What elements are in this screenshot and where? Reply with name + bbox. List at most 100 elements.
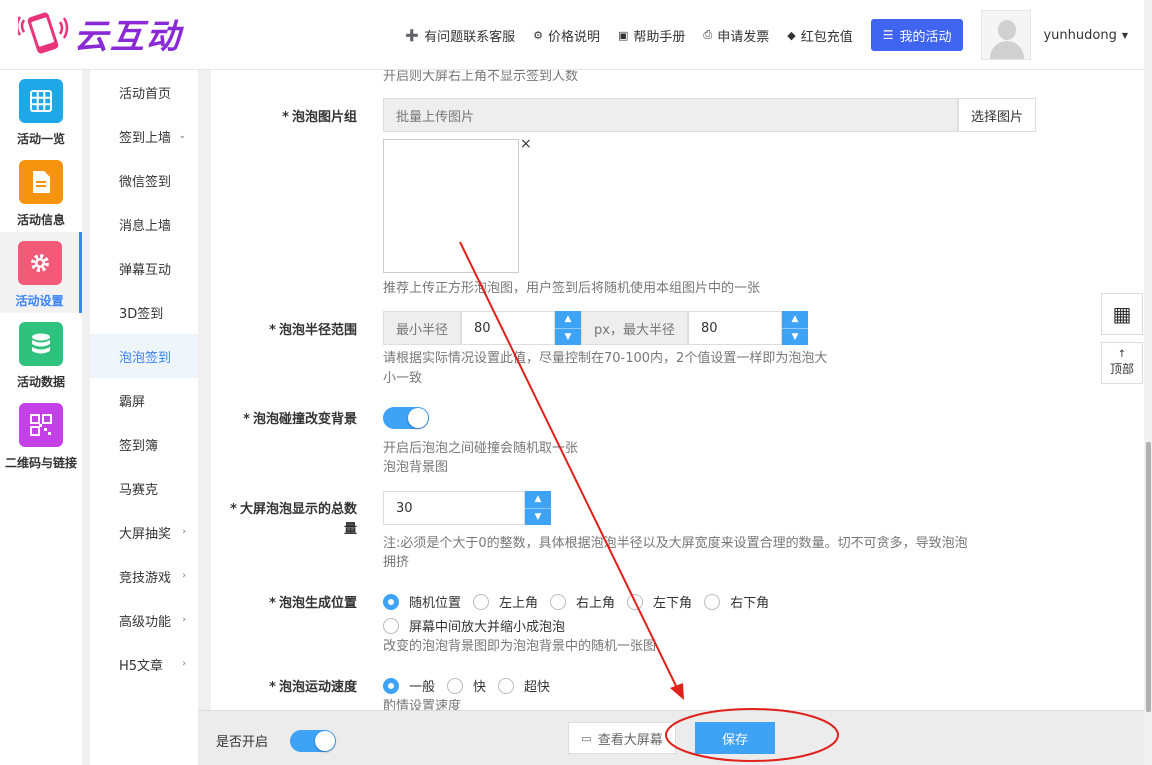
sidebar-item-activity-overview[interactable]: 活动一览: [0, 70, 82, 151]
sub-item-advanced[interactable]: 高级功能 ›: [90, 598, 198, 642]
sub-item-label: 签到簿: [119, 438, 159, 454]
sub-item-3d-signin[interactable]: 3D签到: [90, 290, 198, 334]
sub-item-label: 高级功能: [119, 614, 172, 630]
logo-text: 云互动: [74, 16, 182, 57]
sidebar-item-activity-info[interactable]: 活动信息: [0, 151, 82, 232]
choose-image-button[interactable]: 选择图片: [958, 98, 1037, 132]
sub-item-message-wall[interactable]: 消息上墙: [90, 202, 198, 246]
chevron-down-icon[interactable]: ▼: [525, 508, 551, 525]
collision-bg-label: * 泡泡碰撞改变背景: [243, 412, 357, 427]
bubble-images-input[interactable]: 批量上传图片: [383, 98, 958, 132]
radio[interactable]: [704, 593, 721, 610]
position-option-random[interactable]: 随机位置: [383, 592, 461, 611]
sub-sidebar: 活动首页 签到上墙 ⌄ 微信签到 消息上墙 弹幕互动 3D签到 泡泡签到 霸屏 签…: [90, 70, 198, 765]
bubble-radius-hint: 请根据实际情况设置此值，尽量控制在70-100内，2个值设置一样即为泡泡大: [383, 351, 828, 366]
view-big-screen-button[interactable]: ▭ 查看大屏幕: [568, 722, 676, 754]
save-button[interactable]: 保存: [695, 722, 775, 754]
max-radius-input[interactable]: 80: [687, 311, 782, 345]
min-radius-input[interactable]: 80: [461, 311, 556, 345]
sub-item-games[interactable]: 竞技游戏 ›: [90, 554, 198, 598]
position-option-top-right[interactable]: 右上角: [550, 592, 615, 611]
radio-checked[interactable]: [383, 593, 399, 610]
total-count-group: 30 ▲ ▼: [383, 491, 551, 525]
collision-bg-toggle[interactable]: [383, 407, 429, 429]
sub-item-lottery[interactable]: 大屏抽奖 ›: [90, 510, 198, 554]
total-count-stepper[interactable]: ▲ ▼: [525, 491, 551, 525]
qrcode-icon: ▦: [1112, 302, 1132, 326]
logo[interactable]: 云互动: [15, 8, 182, 58]
total-count-hint: 注:必须是个大于0的整数，具体根据泡泡半径以及大屏宽度来设置合理的数量。切不可贪…: [383, 536, 968, 551]
scrollbar-thumb[interactable]: [1146, 442, 1151, 712]
grid-icon: [19, 79, 63, 123]
qrcode-float-button[interactable]: ▦: [1101, 293, 1143, 335]
speed-option-fast[interactable]: 快: [447, 676, 486, 695]
sub-item-signin-book[interactable]: 签到簿: [90, 422, 198, 466]
chevron-down-icon[interactable]: ▼: [555, 328, 582, 345]
sub-item-label: 泡泡签到: [119, 350, 172, 366]
sub-item-label: 3D签到: [119, 306, 164, 322]
radio[interactable]: [627, 593, 644, 610]
sub-item-dominate-screen[interactable]: 霸屏: [90, 378, 198, 422]
total-count-input[interactable]: 30: [383, 491, 525, 525]
nav-invoice[interactable]: ⎙ 申请发票: [703, 26, 769, 45]
radio[interactable]: [498, 677, 515, 694]
speed-option-normal[interactable]: 一般: [383, 676, 435, 695]
sub-item-h5-article[interactable]: H5文章 ›: [90, 642, 198, 686]
chevron-down-icon[interactable]: ▼: [781, 328, 808, 345]
position-option-bottom-left[interactable]: 左下角: [627, 592, 692, 611]
nav-label: 价格说明: [547, 29, 600, 45]
image-preview: [383, 139, 519, 273]
radio[interactable]: [473, 593, 490, 610]
user-menu[interactable]: yunhudong ▼: [1043, 28, 1128, 43]
chevron-right-icon: ›: [182, 659, 186, 669]
phone-logo-icon: [15, 8, 70, 58]
sub-item-activity-home[interactable]: 活动首页: [90, 70, 198, 114]
sub-item-label: 大屏抽奖: [119, 526, 172, 542]
chevron-up-icon[interactable]: ▲: [781, 311, 808, 329]
sub-item-label: 签到上墙: [119, 130, 172, 146]
sub-item-signin-wall[interactable]: 签到上墙 ⌄: [90, 114, 198, 158]
document-icon: [19, 160, 63, 204]
close-icon[interactable]: ×: [520, 136, 532, 152]
min-radius-stepper[interactable]: ▲ ▼: [555, 311, 582, 345]
nav-label: 红包充值: [800, 29, 853, 45]
nav-contact-support[interactable]: ➕ 有问题联系客服: [405, 26, 515, 45]
speed-label: * 泡泡运动速度: [269, 680, 357, 695]
radio[interactable]: [550, 593, 567, 610]
max-radius-stepper[interactable]: ▲ ▼: [781, 311, 808, 345]
book-icon: ▣: [617, 28, 629, 42]
speed-option-label: 快: [473, 680, 487, 695]
sub-item-label: 马赛克: [119, 482, 159, 498]
sidebar-item-activity-data[interactable]: 活动数据: [0, 313, 82, 394]
sub-item-mosaic[interactable]: 马赛克: [90, 466, 198, 510]
position-option-label: 左下角: [653, 596, 693, 611]
sidebar-item-qrcode-link[interactable]: 二维码与链接: [0, 394, 82, 475]
position-option-center-shrink[interactable]: 屏幕中间放大并缩小成泡泡: [383, 616, 565, 635]
sub-item-bubble-signin[interactable]: 泡泡签到: [90, 334, 198, 378]
nav-redpacket-recharge[interactable]: ◆ 红包充值: [787, 26, 852, 45]
back-to-top-button[interactable]: ↑ 顶部: [1101, 342, 1143, 384]
sidebar-item-activity-settings[interactable]: 活动设置: [0, 232, 82, 313]
top-nav: ➕ 有问题联系客服 ⚙ 价格说明 ▣ 帮助手册 ⎙ 申请发票 ◆ 红包充值 ☰ 我的活动 …: [405, 0, 1144, 70]
chevron-up-icon[interactable]: ▲: [525, 491, 551, 509]
bubble-images-label: * 泡泡图片组: [282, 110, 357, 125]
nav-label: 申请发票: [717, 29, 770, 45]
position-option-top-left[interactable]: 左上角: [473, 592, 538, 611]
footer-bar: 是否开启 ▭ 查看大屏幕 保存: [198, 710, 1144, 765]
chevron-up-icon[interactable]: ▲: [555, 311, 582, 329]
sub-item-danmaku[interactable]: 弹幕互动: [90, 246, 198, 290]
my-activity-button[interactable]: ☰ 我的活动: [870, 19, 964, 51]
sub-item-wechat-signin[interactable]: 微信签到: [90, 158, 198, 202]
speed-option-super-fast[interactable]: 超快: [498, 676, 550, 695]
enabled-toggle[interactable]: [290, 730, 336, 752]
radio-checked[interactable]: [383, 677, 399, 694]
min-radius-addon: 最小半径: [383, 311, 462, 345]
nav-help-manual[interactable]: ▣ 帮助手册: [618, 26, 685, 45]
radio[interactable]: [447, 677, 464, 694]
nav-pricing[interactable]: ⚙ 价格说明: [533, 26, 600, 45]
avatar[interactable]: [981, 10, 1032, 60]
caret-down-icon: ▼: [1121, 30, 1128, 40]
radio[interactable]: [383, 617, 399, 634]
bubble-radius-hint-cont: 小一致: [383, 371, 423, 386]
position-option-bottom-right[interactable]: 右下角: [704, 592, 769, 611]
